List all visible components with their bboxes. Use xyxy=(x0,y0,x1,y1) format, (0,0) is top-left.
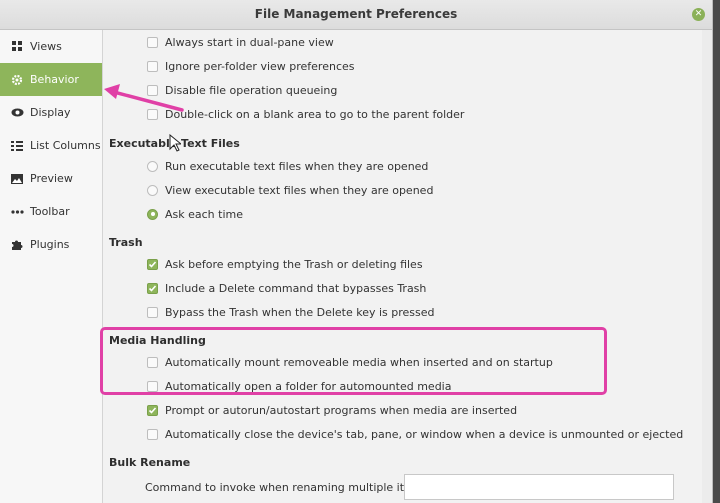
option-row[interactable]: View executable text files when they are… xyxy=(147,180,433,200)
sidebar-item-label: Toolbar xyxy=(30,205,70,218)
sidebar-item-preview[interactable]: Preview xyxy=(0,162,102,195)
option-row[interactable]: Ask before emptying the Trash or deletin… xyxy=(147,254,423,274)
sidebar-item-label: Behavior xyxy=(30,73,79,86)
option-row[interactable]: Automatically close the device's tab, pa… xyxy=(147,424,683,444)
option-row[interactable]: Ask each time xyxy=(147,204,243,224)
sidebar-item-display[interactable]: Display xyxy=(0,96,102,129)
preferences-window: File Management Preferences ✕ Views Beha… xyxy=(0,0,713,503)
option-row[interactable]: Double-click on a blank area to go to th… xyxy=(147,104,464,124)
option-row[interactable]: Prompt or autorun/autostart programs whe… xyxy=(147,400,517,420)
sidebar-item-behavior[interactable]: Behavior xyxy=(0,63,102,96)
gear-icon xyxy=(10,73,24,87)
mouse-pointer-icon xyxy=(169,134,181,152)
window-title: File Management Preferences xyxy=(254,7,458,21)
radio-button[interactable] xyxy=(147,184,158,196)
sidebar-item-toolbar[interactable]: Toolbar xyxy=(0,195,102,228)
section-title-trash: Trash xyxy=(109,236,143,249)
sidebar-item-label: Display xyxy=(30,106,71,119)
title-bar[interactable]: File Management Preferences ✕ xyxy=(0,0,712,30)
sidebar-item-plugins[interactable]: Plugins xyxy=(0,228,102,261)
option-label: Automatically close the device's tab, pa… xyxy=(165,427,684,441)
radio-button[interactable] xyxy=(147,160,158,172)
checkbox[interactable] xyxy=(147,84,158,96)
option-label: View executable text files when they are… xyxy=(165,183,434,197)
sidebar-item-label: Preview xyxy=(30,172,73,185)
sidebar-item-label: Views xyxy=(30,40,62,53)
option-label: Ask each time xyxy=(165,207,243,221)
grid-icon xyxy=(10,40,24,54)
checkbox-checked[interactable] xyxy=(147,282,158,294)
sidebar-item-label: Plugins xyxy=(30,238,70,251)
scrollbar[interactable] xyxy=(702,30,712,503)
checkmark-icon xyxy=(148,260,157,268)
option-row[interactable]: Run executable text files when they are … xyxy=(147,156,428,176)
close-button[interactable]: ✕ xyxy=(692,8,705,21)
option-label: Ask before emptying the Trash or deletin… xyxy=(165,257,423,271)
option-label: Disable file operation queueing xyxy=(165,83,338,97)
eye-icon xyxy=(10,106,24,120)
option-label: Include a Delete command that bypasses T… xyxy=(165,281,427,295)
sidebar-item-label: List Columns xyxy=(30,139,101,152)
dots-icon xyxy=(10,205,24,219)
option-label: Ignore per-folder view preferences xyxy=(165,59,355,73)
checkbox-checked[interactable] xyxy=(147,404,158,416)
checkbox[interactable] xyxy=(147,108,158,120)
option-row[interactable]: Bypass the Trash when the Delete key is … xyxy=(147,302,435,322)
radio-button-selected[interactable] xyxy=(147,208,158,220)
option-row[interactable]: Ignore per-folder view preferences xyxy=(147,56,355,76)
checkbox[interactable] xyxy=(147,428,158,440)
option-row[interactable]: Include a Delete command that bypasses T… xyxy=(147,278,426,298)
checkmark-icon xyxy=(148,406,157,414)
image-icon xyxy=(10,172,24,186)
puzzle-icon xyxy=(10,238,24,252)
sidebar: Views Behavior Display List Columns Prev… xyxy=(0,30,103,503)
option-label: Prompt or autorun/autostart programs whe… xyxy=(165,403,518,417)
checkbox[interactable] xyxy=(147,60,158,72)
option-label: Always start in dual-pane view xyxy=(165,35,334,49)
media-handling-highlight xyxy=(100,327,607,395)
checkbox-checked[interactable] xyxy=(147,258,158,270)
list-icon xyxy=(10,139,24,153)
option-label: Bypass the Trash when the Delete key is … xyxy=(165,305,435,319)
checkbox[interactable] xyxy=(147,306,158,318)
command-label: Command to invoke when renaming multiple… xyxy=(145,481,431,494)
option-label: Double-click on a blank area to go to th… xyxy=(165,107,465,121)
sidebar-item-views[interactable]: Views xyxy=(0,30,102,63)
option-row[interactable]: Disable file operation queueing xyxy=(147,80,337,100)
section-title-bulk-rename: Bulk Rename xyxy=(109,456,191,469)
rename-command-input[interactable] xyxy=(404,474,674,500)
behavior-panel: Always start in dual-pane view Ignore pe… xyxy=(103,30,712,503)
option-label: Run executable text files when they are … xyxy=(165,159,429,173)
checkmark-icon xyxy=(148,284,157,292)
sidebar-item-list-columns[interactable]: List Columns xyxy=(0,129,102,162)
close-icon: ✕ xyxy=(694,9,703,19)
option-row[interactable]: Always start in dual-pane view xyxy=(147,32,334,52)
checkbox[interactable] xyxy=(147,36,158,48)
